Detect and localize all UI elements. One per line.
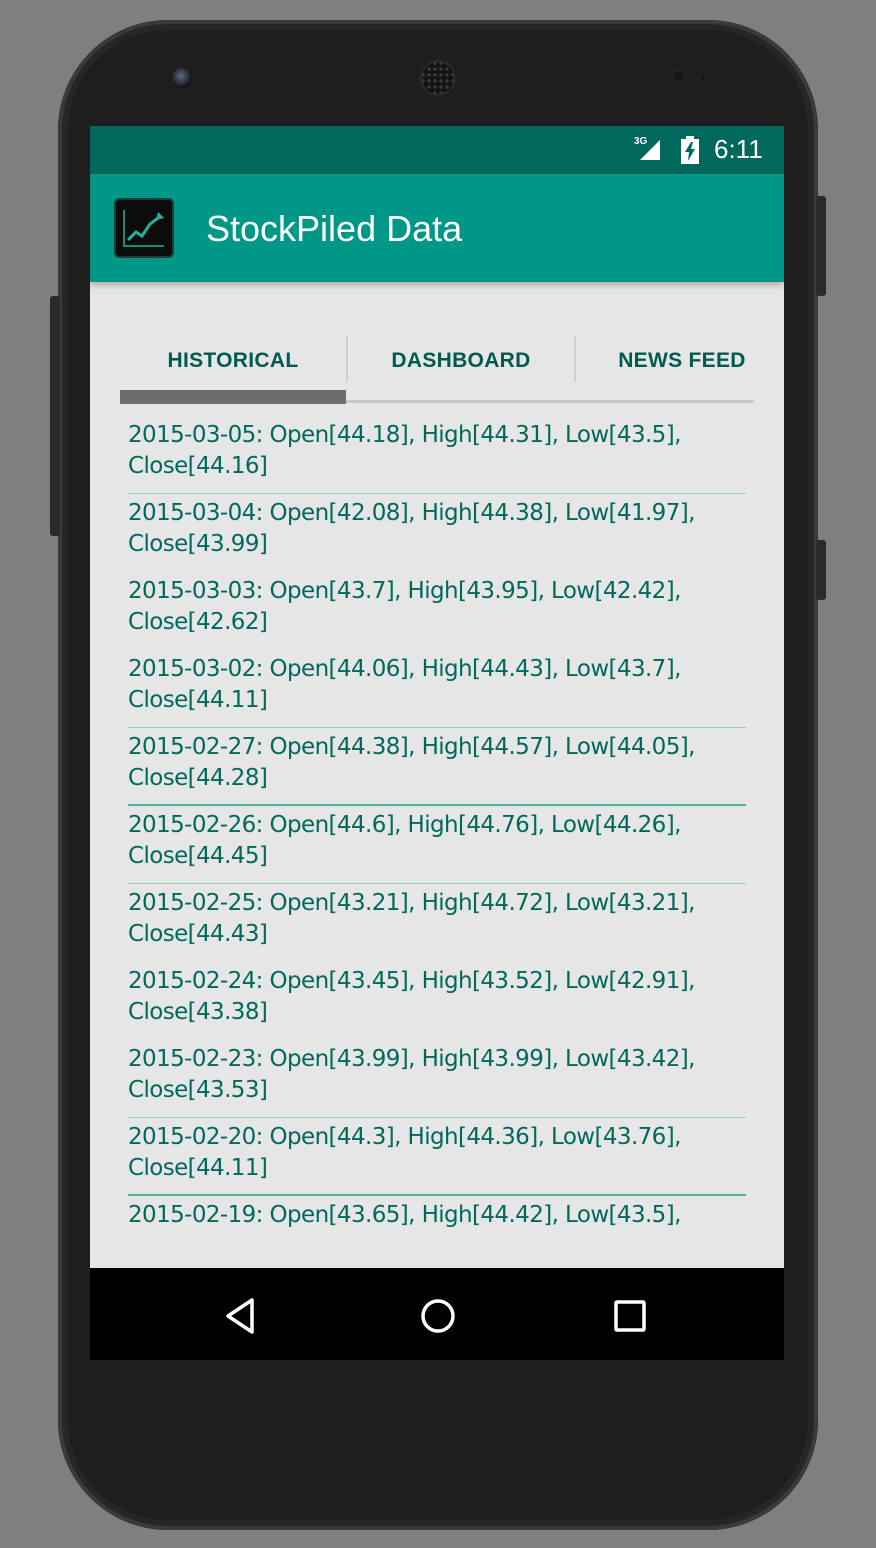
tab-historical[interactable]: HISTORICAL — [120, 336, 346, 386]
battery-charging-icon — [681, 136, 699, 164]
list-item-line2: Close[43.99] — [128, 531, 268, 557]
device-screen: 3G 6:11 StockPiled Data HISTORICAL DASHB… — [90, 126, 784, 1360]
list-item-line1: 2015-03-02: Open[44.06], High[44.43], Lo… — [128, 656, 681, 682]
list-item-line2: Close[43.53] — [128, 1077, 268, 1103]
list-item[interactable]: 2015-03-03: Open[43.7], High[43.95], Low… — [128, 572, 746, 650]
list-item[interactable]: 2015-02-23: Open[43.99], High[43.99], Lo… — [128, 1040, 746, 1118]
list-item-line1: 2015-02-24: Open[43.45], High[43.52], Lo… — [128, 968, 695, 994]
back-icon[interactable] — [222, 1294, 266, 1338]
list-item-line2: Close[42.62] — [128, 609, 268, 635]
list-item[interactable]: 2015-03-04: Open[42.08], High[44.38], Lo… — [128, 494, 746, 572]
list-item-line1: 2015-02-26: Open[44.6], High[44.76], Low… — [128, 812, 681, 838]
list-item-line1: 2015-03-05: Open[44.18], High[44.31], Lo… — [128, 422, 681, 448]
history-list[interactable]: 2015-03-05: Open[44.18], High[44.31], Lo… — [128, 416, 746, 1228]
tab-bar: HISTORICAL DASHBOARD NEWS FEED — [120, 336, 754, 406]
front-camera — [172, 68, 192, 88]
list-item[interactable]: 2015-02-26: Open[44.6], High[44.76], Low… — [128, 806, 746, 884]
light-sensor — [698, 72, 708, 82]
list-item-line2: Close[44.11] — [128, 1155, 268, 1181]
tab-dashboard[interactable]: DASHBOARD — [348, 336, 574, 386]
list-item[interactable]: 2015-02-25: Open[43.21], High[44.72], Lo… — [128, 884, 746, 962]
proximity-sensor — [672, 70, 686, 84]
list-item-line2: Close[44.28] — [128, 765, 268, 791]
list-item-line2: Close[44.11] — [128, 687, 268, 713]
volume-button — [50, 296, 60, 536]
side-button — [816, 540, 826, 600]
status-bar: 3G 6:11 — [90, 126, 784, 174]
app-title: StockPiled Data — [206, 208, 463, 249]
tab-selected-indicator — [120, 390, 346, 404]
clock: 6:11 — [714, 134, 763, 164]
list-item-line1: 2015-02-23: Open[43.99], High[43.99], Lo… — [128, 1046, 695, 1072]
list-item-line2: Close[44.43] — [128, 921, 268, 947]
earpiece-speaker — [420, 60, 456, 96]
app-bar: StockPiled Data — [90, 174, 784, 282]
list-item[interactable]: 2015-02-24: Open[43.45], High[43.52], Lo… — [128, 962, 746, 1040]
list-item[interactable]: 2015-02-27: Open[44.38], High[44.57], Lo… — [128, 728, 746, 806]
list-item[interactable]: 2015-02-20: Open[44.3], High[44.36], Low… — [128, 1118, 746, 1196]
chart-glyph-icon — [123, 210, 164, 247]
home-icon[interactable] — [416, 1294, 460, 1338]
list-item-line1: 2015-03-03: Open[43.7], High[43.95], Low… — [128, 578, 681, 604]
tab-news-feed[interactable]: NEWS FEED — [576, 336, 784, 386]
list-item-line1: 2015-02-27: Open[44.38], High[44.57], Lo… — [128, 734, 695, 760]
list-item-line1: 2015-02-20: Open[44.3], High[44.36], Low… — [128, 1124, 681, 1150]
list-item[interactable]: 2015-03-02: Open[44.06], High[44.43], Lo… — [128, 650, 746, 728]
recents-icon[interactable] — [608, 1294, 652, 1338]
list-item-line1: 2015-03-04: Open[42.08], High[44.38], Lo… — [128, 500, 695, 526]
list-item-line2: Close[43.38] — [128, 999, 268, 1025]
list-item-line2: Close[44.45] — [128, 843, 268, 869]
list-item-line1: 2015-02-19: Open[43.65], High[44.42], Lo… — [128, 1202, 681, 1228]
list-item[interactable]: 2015-03-05: Open[44.18], High[44.31], Lo… — [128, 416, 746, 494]
stock-chart-icon[interactable] — [114, 198, 174, 258]
navigation-bar — [90, 1268, 784, 1360]
signal-icon — [640, 140, 660, 160]
list-item-line2: Close[44.16] — [128, 453, 268, 479]
list-item-line1: 2015-02-25: Open[43.21], High[44.72], Lo… — [128, 890, 695, 916]
power-button — [816, 196, 826, 296]
list-item[interactable]: 2015-02-19: Open[43.65], High[44.42], Lo… — [128, 1196, 746, 1228]
